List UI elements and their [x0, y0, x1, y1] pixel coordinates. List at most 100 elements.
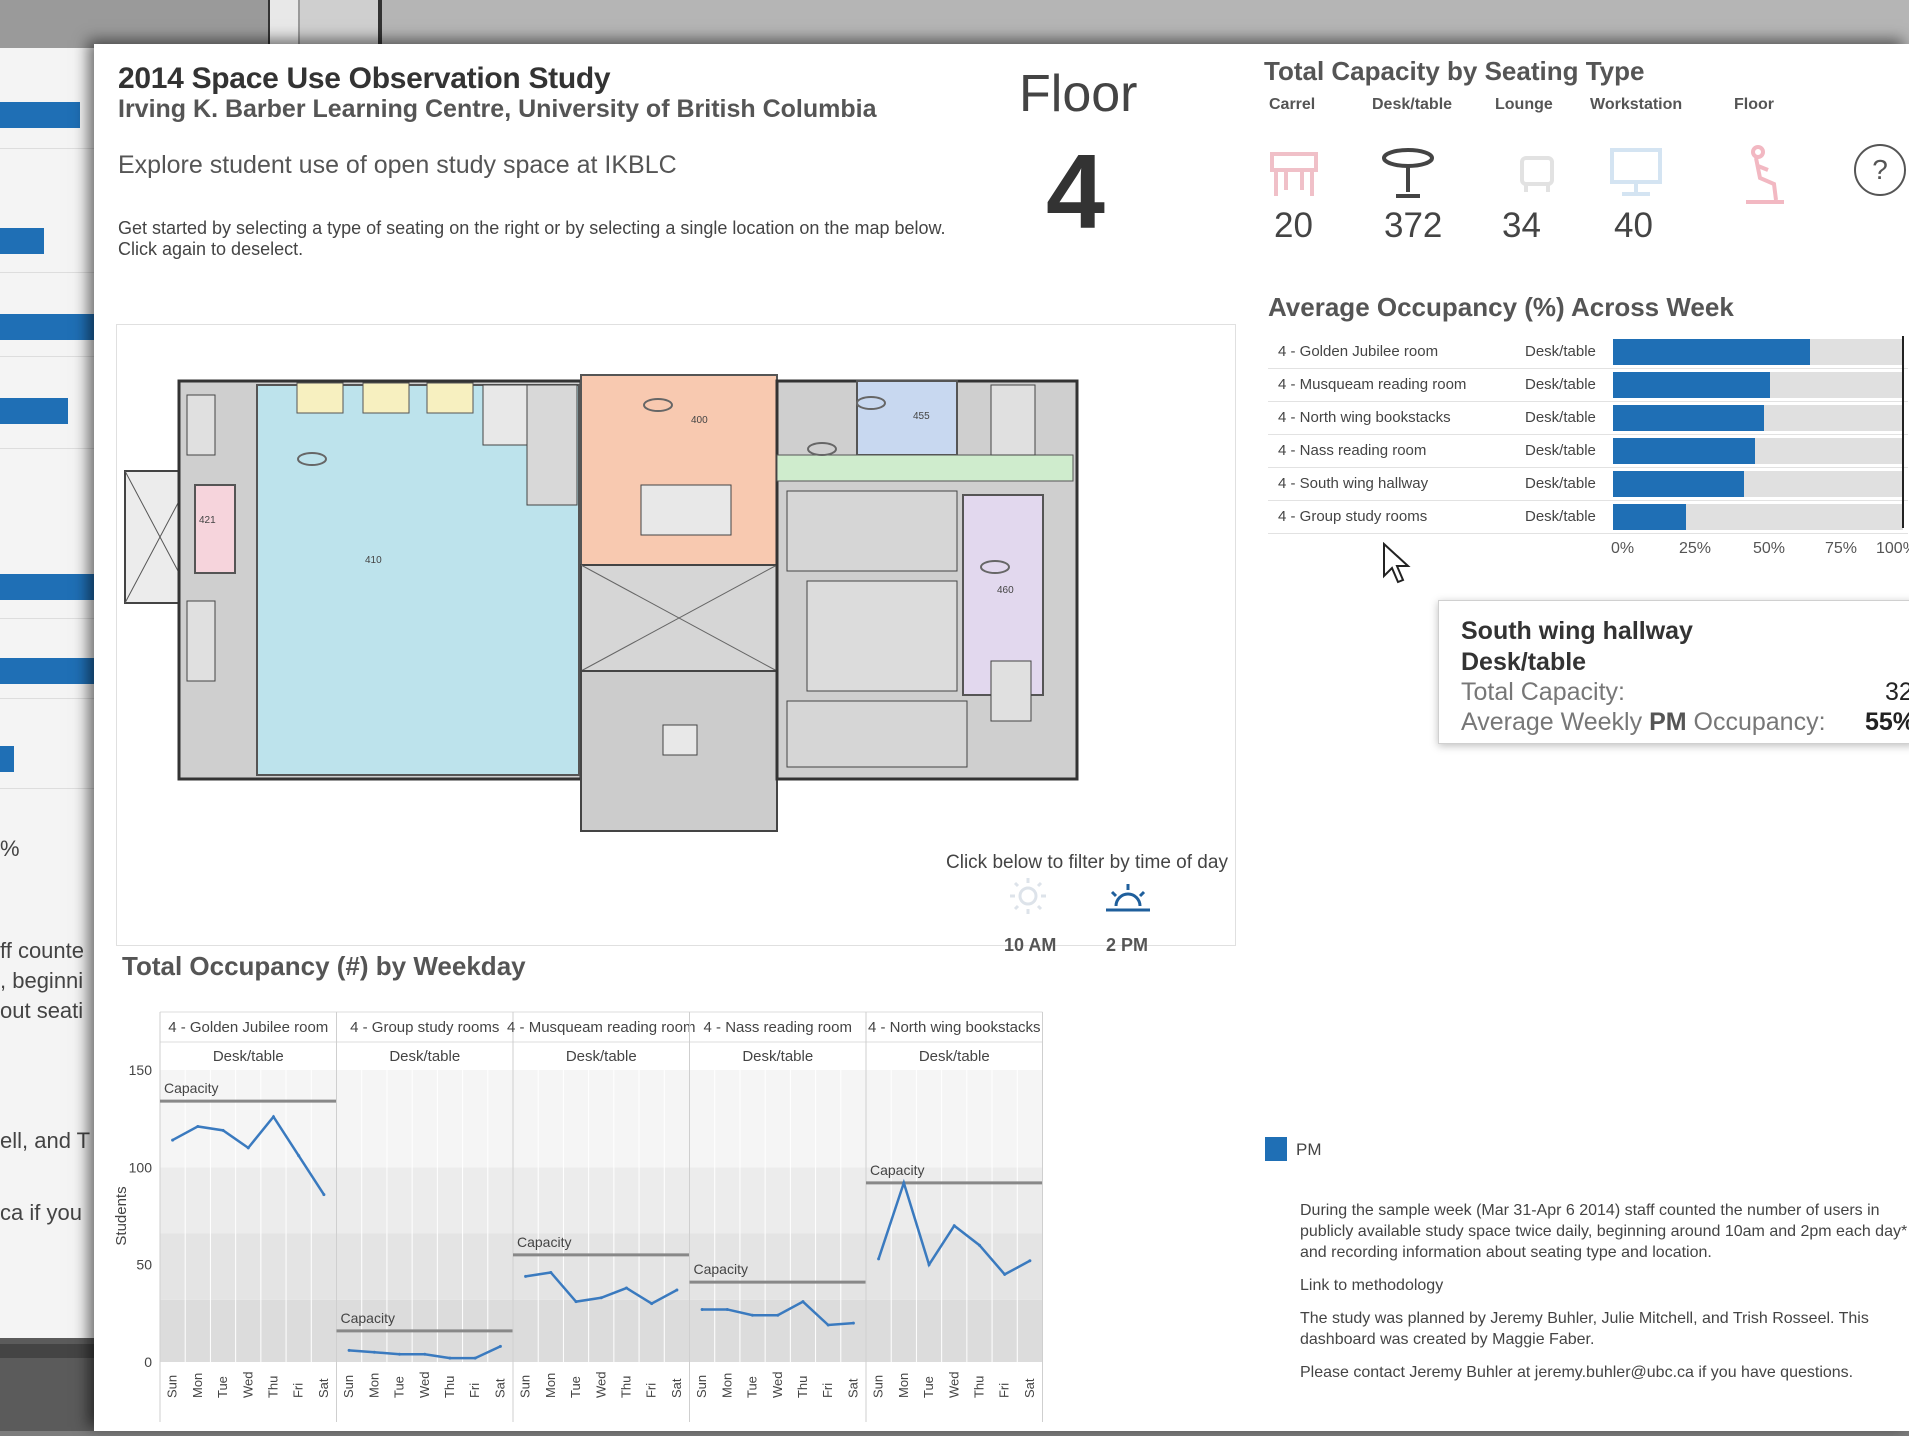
- y-axis-label: Students: [113, 1186, 130, 1245]
- data-point: [423, 1352, 427, 1356]
- day-tick-label: Thu: [795, 1376, 810, 1398]
- day-tick-label: Tue: [568, 1376, 583, 1398]
- panel-location-label: 4 - Nass reading room: [704, 1019, 852, 1036]
- notes-paragraph: The study was planned by Jeremy Buhler, …: [1300, 1310, 1869, 1348]
- background-window-top: [0, 0, 1909, 48]
- day-tick-label: Sun: [165, 1375, 180, 1398]
- intro-line: Click again to deselect.: [118, 239, 304, 259]
- occupancy-type: Desk/table: [1525, 343, 1596, 360]
- occupancy-bar[interactable]: [1613, 405, 1764, 431]
- day-tick-label: Mon: [896, 1373, 911, 1398]
- seating-type-label[interactable]: Desk/table: [1372, 96, 1452, 114]
- background-bar: [0, 746, 14, 772]
- data-point: [599, 1296, 603, 1300]
- seating-type-label[interactable]: Floor: [1734, 96, 1774, 114]
- room-455[interactable]: [856, 380, 958, 456]
- tooltip-type: Desk/table: [1461, 648, 1587, 676]
- panel-type-label: Desk/table: [213, 1048, 284, 1065]
- background-window-bottom: [0, 1338, 100, 1431]
- occupancy-row[interactable]: 4 - North wing bookstacks Desk/table: [1268, 402, 1908, 435]
- background-band: [513, 1299, 690, 1362]
- help-icon[interactable]: ?: [1854, 144, 1906, 196]
- room-number-label: 410: [365, 555, 382, 566]
- south-wing-hallway[interactable]: [776, 454, 1074, 482]
- panel-type-label: Desk/table: [389, 1048, 460, 1065]
- occupancy-row[interactable]: 4 - Musqueam reading room Desk/table: [1268, 369, 1908, 402]
- time-option-pm[interactable]: 2 PM: [1106, 935, 1148, 956]
- intro-line: Get started by selecting a type of seati…: [118, 218, 946, 238]
- time-filter-label: Click below to filter by time of day: [946, 852, 1228, 873]
- occupancy-row[interactable]: 4 - South wing hallway Desk/table: [1268, 468, 1908, 501]
- capacity-title: Total Capacity by Seating Type: [1264, 56, 1645, 86]
- background-band: [866, 1070, 1043, 1168]
- occupancy-row[interactable]: 4 - Group study rooms Desk/table: [1268, 501, 1908, 534]
- stair: [990, 660, 1032, 722]
- occupancy-location: 4 - North wing bookstacks: [1278, 409, 1451, 426]
- capacity-value: 372: [1384, 206, 1443, 245]
- sun-morning-icon[interactable]: [1006, 876, 1050, 916]
- background-divider: [0, 356, 100, 357]
- day-tick-label: Mon: [366, 1373, 381, 1398]
- axis-tick-label: 0%: [1611, 540, 1635, 557]
- office-block: [786, 490, 958, 572]
- data-point: [549, 1270, 553, 1274]
- occupancy-bar[interactable]: [1613, 339, 1811, 365]
- data-point: [751, 1313, 755, 1317]
- occupancy-bar[interactable]: [1613, 504, 1686, 530]
- seating-type-label[interactable]: Lounge: [1495, 96, 1553, 114]
- occupancy-reference-line: [1902, 336, 1904, 528]
- data-point: [473, 1356, 477, 1360]
- intro-text: Get started by selecting a type of seati…: [118, 218, 1018, 260]
- occupancy-bar[interactable]: [1613, 372, 1770, 398]
- floor-label: Floor: [1019, 65, 1138, 123]
- floor-number[interactable]: 4: [1046, 132, 1105, 253]
- day-tick-label: Sat: [492, 1378, 507, 1398]
- capacity-value: 34: [1502, 206, 1541, 245]
- background-text: ff counte: [0, 938, 84, 963]
- occupancy-location: 4 - South wing hallway: [1278, 475, 1429, 492]
- data-point: [927, 1263, 931, 1267]
- occupancy-bar[interactable]: [1613, 438, 1756, 464]
- tooltip: South wing hallway Desk/table Total Capa…: [1438, 600, 1909, 744]
- day-tick-label: Tue: [215, 1376, 230, 1398]
- panel-location-label: 4 - Musqueam reading room: [507, 1019, 695, 1036]
- carrel-cluster[interactable]: [362, 382, 410, 414]
- capacity-label: Capacity: [517, 1234, 571, 1250]
- day-tick-label: Mon: [190, 1373, 205, 1398]
- sun-afternoon-icon[interactable]: [1102, 882, 1154, 916]
- open-to-below: [640, 484, 732, 536]
- occupancy-track: [1613, 504, 1903, 530]
- background-bar: [0, 398, 68, 424]
- data-point: [826, 1323, 830, 1327]
- data-point: [246, 1146, 250, 1150]
- seating-type-label[interactable]: Workstation: [1590, 96, 1682, 114]
- occupancy-row[interactable]: 4 - Golden Jubilee room Desk/table: [1268, 336, 1908, 369]
- capacity-value: 40: [1614, 206, 1653, 245]
- time-option-am[interactable]: 10 AM: [1004, 935, 1056, 956]
- panel-type-label: Desk/table: [919, 1048, 990, 1065]
- methodology-link[interactable]: Link to methodology: [1300, 1275, 1909, 1296]
- tooltip-occupancy-prefix: Average Weekly: [1461, 708, 1650, 736]
- seating-type-label[interactable]: Carrel: [1269, 96, 1315, 114]
- data-point: [952, 1224, 956, 1228]
- occupancy-type: Desk/table: [1525, 508, 1596, 525]
- occupancy-location: 4 - Group study rooms: [1278, 508, 1428, 525]
- axis-tick-label: 25%: [1679, 540, 1712, 557]
- background-bar: [0, 658, 100, 684]
- carrel-cluster[interactable]: [296, 382, 344, 414]
- background-bar: [0, 228, 44, 254]
- background-bar: [0, 314, 100, 340]
- day-tick-label: Wed: [240, 1372, 255, 1399]
- room-421[interactable]: [194, 484, 236, 574]
- occupancy-track: [1613, 372, 1903, 398]
- dashboard-subtitle: Irving K. Barber Learning Centre, Univer…: [118, 95, 877, 123]
- occupancy-row[interactable]: 4 - Nass reading room Desk/table: [1268, 435, 1908, 468]
- occupancy-axis: 0% 25% 50% 75% 100%: [1268, 540, 1909, 564]
- carrel-cluster[interactable]: [426, 382, 474, 414]
- room-400[interactable]: [580, 374, 778, 566]
- background-divider: [0, 618, 100, 619]
- background-text: %: [0, 836, 20, 861]
- occupancy-bar[interactable]: [1613, 471, 1744, 497]
- panel-location-label: 4 - North wing bookstacks: [868, 1019, 1041, 1036]
- background-band: [160, 1167, 337, 1234]
